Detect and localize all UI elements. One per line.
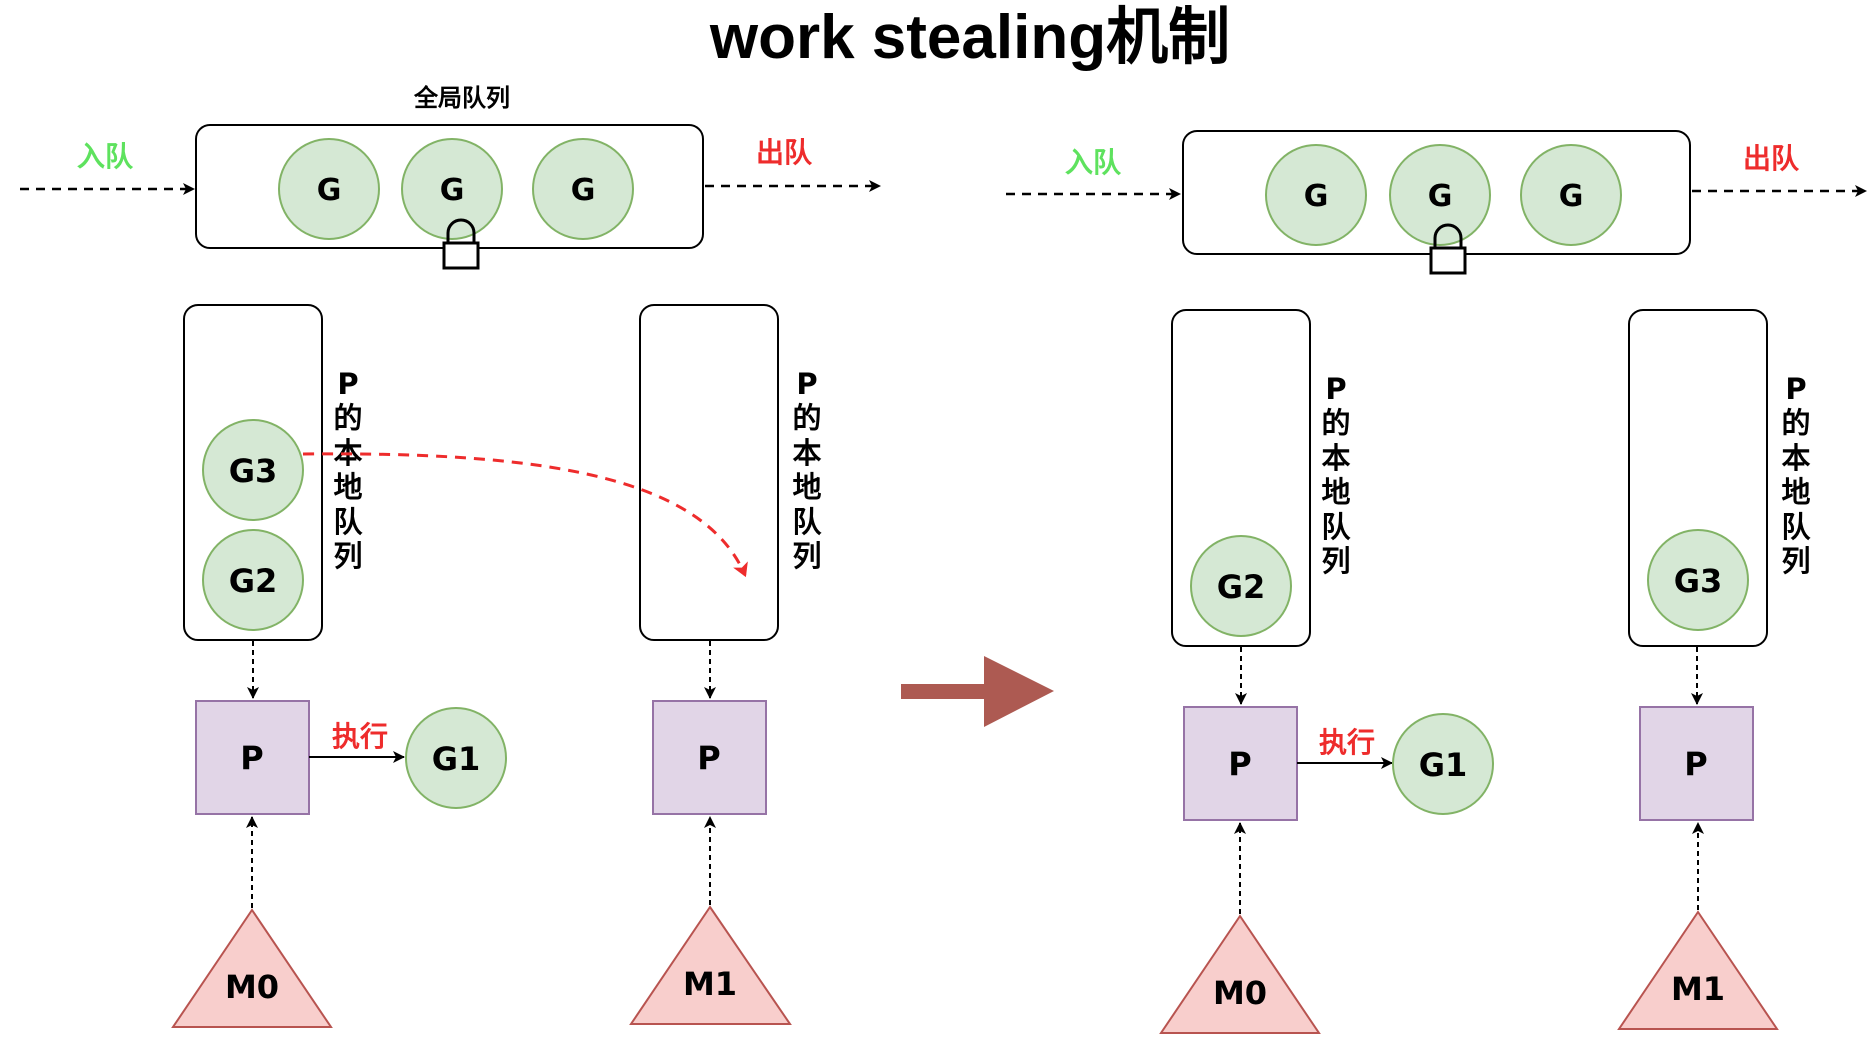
- svg-text:列: 列: [792, 539, 821, 573]
- machine-m1: M1: [629, 905, 792, 1025]
- exec-label: 执行: [332, 720, 388, 753]
- svg-text:G2: G2: [229, 562, 278, 600]
- dequeue-label: 出队: [756, 136, 813, 169]
- goroutine-g1: G1: [405, 707, 507, 809]
- svg-text:G: G: [1559, 179, 1584, 214]
- svg-text:G: G: [317, 173, 342, 208]
- svg-text:G: G: [1428, 179, 1453, 214]
- svg-text:P: P: [1325, 372, 1346, 406]
- svg-text:G3: G3: [229, 452, 278, 490]
- dequeue-label: 出队: [1743, 142, 1800, 175]
- svg-text:P: P: [697, 739, 720, 777]
- local-queue-box: [639, 304, 779, 641]
- global-queue-label: 全局队列: [413, 84, 510, 112]
- svg-text:G: G: [440, 173, 465, 208]
- svg-text:地: 地: [1321, 475, 1350, 509]
- global-queue-item: G: [1520, 144, 1622, 246]
- global-queue-item: G: [1265, 144, 1367, 246]
- svg-text:G: G: [571, 173, 596, 208]
- panel-after: 入队 G G G 出队 P 的 本 地 队 列 G2 P 的 本 地 队 列 G…: [1006, 130, 1867, 1034]
- goroutine-g2: G2: [202, 529, 304, 631]
- svg-text:G2: G2: [1217, 568, 1266, 606]
- goroutine-g3: G3: [202, 419, 304, 521]
- enqueue-label: 入队: [1065, 146, 1122, 179]
- processor-p1: P: [1639, 706, 1754, 821]
- svg-text:本: 本: [1781, 441, 1810, 475]
- svg-text:队: 队: [1321, 510, 1351, 544]
- svg-text:地: 地: [792, 470, 821, 504]
- svg-text:G1: G1: [1419, 746, 1468, 784]
- goroutine-g2: G2: [1190, 535, 1292, 637]
- panel-before: 全局队列 入队 G G G 出队 P 的 本 地 队 列 G3 G2 P 的 本…: [20, 84, 881, 1028]
- machine-m0: M0: [1159, 914, 1321, 1034]
- svg-text:M0: M0: [1213, 974, 1267, 1012]
- local-queue-label: P 的 本 地 队 列: [1781, 372, 1811, 578]
- svg-text:本: 本: [792, 436, 821, 470]
- svg-text:P: P: [1684, 745, 1707, 783]
- enqueue-label: 入队: [77, 140, 134, 173]
- svg-text:队: 队: [792, 505, 822, 539]
- exec-label: 执行: [1319, 726, 1375, 759]
- processor-p1: P: [652, 700, 767, 815]
- processor-p0: P: [1183, 706, 1298, 821]
- local-queue-label: P 的 本 地 队 列: [1321, 372, 1351, 578]
- svg-text:列: 列: [333, 539, 362, 573]
- page-title: work stealing机制: [709, 3, 1230, 72]
- svg-text:P: P: [796, 367, 817, 401]
- svg-text:的: 的: [792, 401, 821, 435]
- diagram-canvas: work stealing机制 全局队列 入队 G G G 出队 P 的 本 地…: [20, 3, 1867, 1034]
- svg-text:M0: M0: [225, 968, 279, 1006]
- svg-text:列: 列: [1781, 544, 1810, 578]
- svg-text:G: G: [1304, 179, 1329, 214]
- transition-arrow: [901, 656, 1054, 727]
- machine-m0: M0: [171, 908, 333, 1028]
- machine-m1: M1: [1617, 910, 1779, 1030]
- local-queue-label: P 的 本 地 队 列: [792, 367, 822, 573]
- local-queue-label: P 的 本 地 队 列: [333, 367, 363, 573]
- svg-text:P: P: [337, 367, 358, 401]
- svg-text:地: 地: [1781, 475, 1810, 509]
- processor-p0: P: [195, 700, 310, 815]
- svg-text:的: 的: [1781, 406, 1810, 440]
- svg-text:P: P: [1228, 745, 1251, 783]
- svg-text:地: 地: [333, 470, 362, 504]
- goroutine-g1: G1: [1392, 713, 1494, 815]
- svg-text:的: 的: [333, 401, 362, 435]
- svg-text:M1: M1: [683, 965, 737, 1003]
- svg-text:M1: M1: [1671, 970, 1725, 1008]
- svg-text:P: P: [1785, 372, 1806, 406]
- global-queue-item: G: [278, 138, 380, 240]
- svg-text:G1: G1: [432, 740, 481, 778]
- svg-text:队: 队: [1781, 510, 1811, 544]
- goroutine-g3: G3: [1647, 529, 1749, 631]
- svg-text:队: 队: [333, 505, 363, 539]
- global-queue-item: G: [1389, 144, 1491, 246]
- svg-text:P: P: [240, 739, 263, 777]
- svg-text:G3: G3: [1674, 562, 1723, 600]
- svg-text:本: 本: [1321, 441, 1350, 475]
- svg-text:的: 的: [1321, 406, 1350, 440]
- global-queue-item: G: [532, 138, 634, 240]
- svg-text:列: 列: [1321, 544, 1350, 578]
